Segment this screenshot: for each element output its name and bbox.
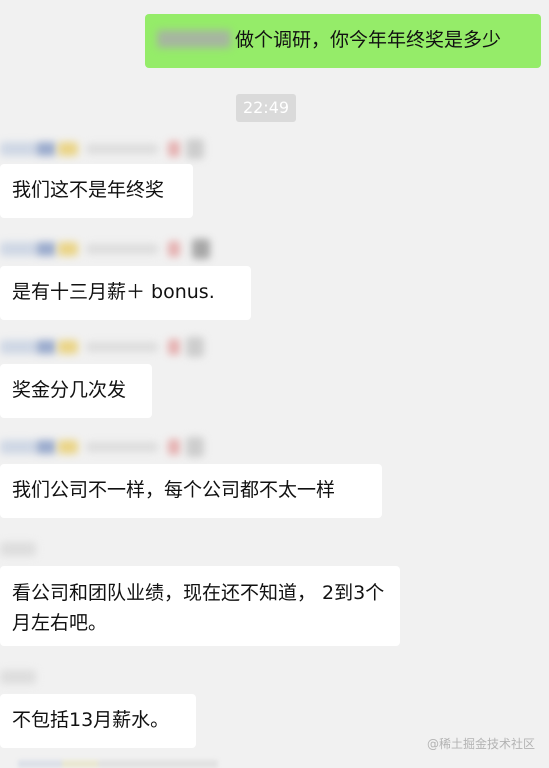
- sent-message-bubble[interactable]: 做个调研，你今年年终奖是多少: [145, 14, 541, 68]
- received-message-bubble[interactable]: 看公司和团队业绩，现在还不知道， 2到3个月左右吧。: [0, 566, 400, 646]
- censored-text: [157, 30, 231, 48]
- sender-name-row: [0, 334, 230, 360]
- received-message-text: 看公司和团队业绩，现在还不知道， 2到3个月左右吧。: [12, 582, 385, 634]
- received-message-text: 奖金分几次发: [12, 379, 127, 401]
- sender-name-row: [0, 664, 230, 690]
- received-message-bubble[interactable]: 我们这不是年终奖: [0, 164, 193, 218]
- timestamp-text: 22:49: [242, 98, 290, 117]
- received-message-text: 我们这不是年终奖: [12, 179, 165, 201]
- sender-name-row: [0, 434, 230, 460]
- received-message-text: 是有十三月薪＋ bonus.: [12, 281, 215, 303]
- sender-name-row: [0, 136, 230, 162]
- received-message-bubble[interactable]: 我们公司不一样，每个公司都不太一样: [0, 464, 382, 518]
- watermark: @稀土掘金技术社区: [426, 737, 535, 751]
- received-message-bubble[interactable]: 不包括13月薪水。: [0, 694, 196, 748]
- timestamp-pill: 22:49: [236, 94, 296, 122]
- received-message-text: 我们公司不一样，每个公司都不太一样: [12, 479, 336, 501]
- received-message-bubble[interactable]: 奖金分几次发: [0, 364, 152, 418]
- sender-name-row: [0, 236, 230, 262]
- received-message-bubble[interactable]: 是有十三月薪＋ bonus.: [0, 266, 251, 320]
- cut-off-sender-row: [18, 760, 218, 768]
- received-message-text: 不包括13月薪水。: [12, 709, 170, 731]
- sender-name-row: [0, 536, 230, 562]
- sent-message-text: 做个调研，你今年年终奖是多少: [235, 29, 502, 51]
